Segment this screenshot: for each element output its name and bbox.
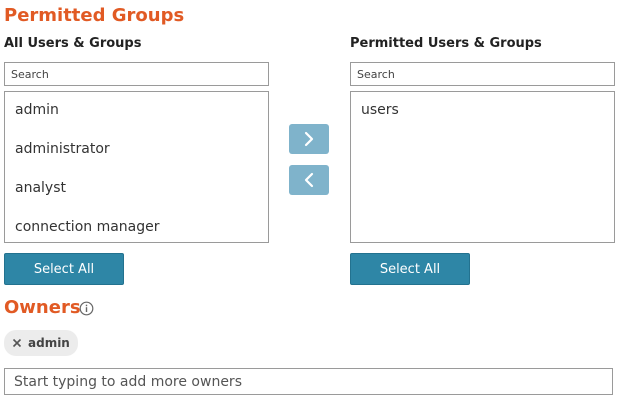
permitted-users-search-placeholder: Search — [357, 67, 395, 81]
right-select-all-button[interactable]: Select All — [350, 253, 470, 285]
all-users-search-placeholder: Search — [11, 67, 49, 81]
move-left-button[interactable] — [289, 165, 329, 195]
list-item-administrator[interactable]: administrator — [15, 141, 110, 157]
all-users-list[interactable]: admin administrator analyst connection m… — [4, 91, 269, 243]
permitted-groups-title: Permitted Groups — [4, 5, 185, 26]
info-icon[interactable] — [79, 301, 94, 316]
right-select-all-label: Select All — [379, 261, 441, 277]
owner-chip-label: admin — [28, 336, 70, 350]
chevron-right-icon — [304, 131, 314, 147]
list-item-users[interactable]: users — [361, 102, 399, 118]
close-icon[interactable] — [12, 338, 22, 348]
all-users-search-input[interactable]: Search — [4, 62, 269, 86]
owners-input-placeholder: Start typing to add more owners — [14, 373, 242, 390]
permitted-users-list[interactable]: users — [350, 91, 615, 243]
move-right-button[interactable] — [289, 124, 329, 154]
list-item-connection-manager[interactable]: connection manager — [15, 219, 160, 235]
chevron-left-icon — [304, 172, 314, 188]
permitted-users-search-input[interactable]: Search — [350, 62, 615, 86]
permitted-users-groups-title: Permitted Users & Groups — [350, 36, 542, 51]
all-users-groups-title: All Users & Groups — [4, 36, 142, 51]
left-select-all-button[interactable]: Select All — [4, 253, 124, 285]
owners-input[interactable]: Start typing to add more owners — [4, 368, 613, 395]
list-item-analyst[interactable]: analyst — [15, 180, 66, 196]
left-select-all-label: Select All — [33, 261, 95, 277]
owners-title: Owners — [4, 297, 81, 318]
owner-chip: admin — [4, 330, 78, 356]
list-item-admin[interactable]: admin — [15, 102, 59, 118]
